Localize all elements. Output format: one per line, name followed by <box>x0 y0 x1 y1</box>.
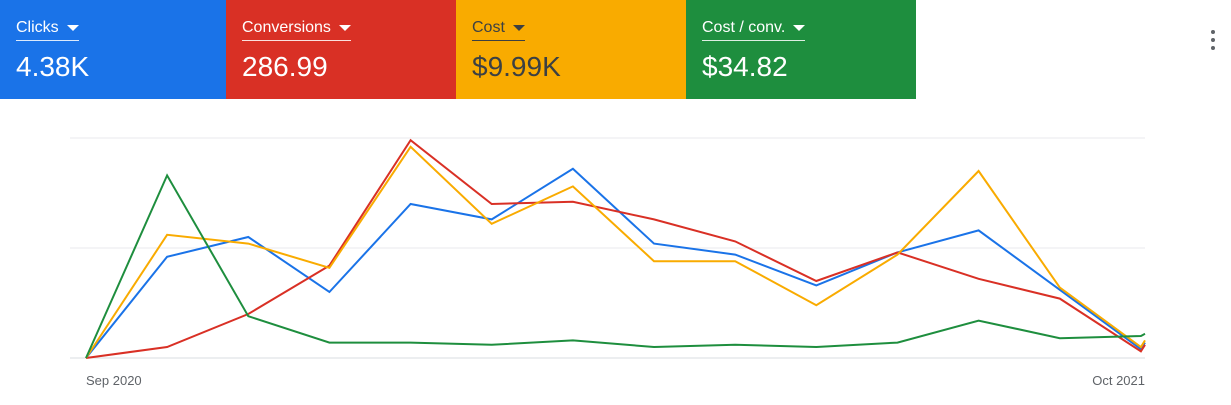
series-line-2 <box>85 145 1146 359</box>
chart-series <box>85 138 1146 359</box>
chart-gridlines <box>70 137 1145 359</box>
x-tick-label-first: Sep 2020 <box>86 373 142 388</box>
series-line-1 <box>85 138 1146 359</box>
chart-x-axis-labels: Sep 2020 Oct 2021 <box>86 373 1145 388</box>
line-chart: Sep 2020 Oct 2021 <box>70 137 1146 388</box>
series-line-3 <box>85 173 1146 359</box>
series-line-0 <box>85 167 1146 359</box>
x-tick-label-last: Oct 2021 <box>1092 373 1145 388</box>
